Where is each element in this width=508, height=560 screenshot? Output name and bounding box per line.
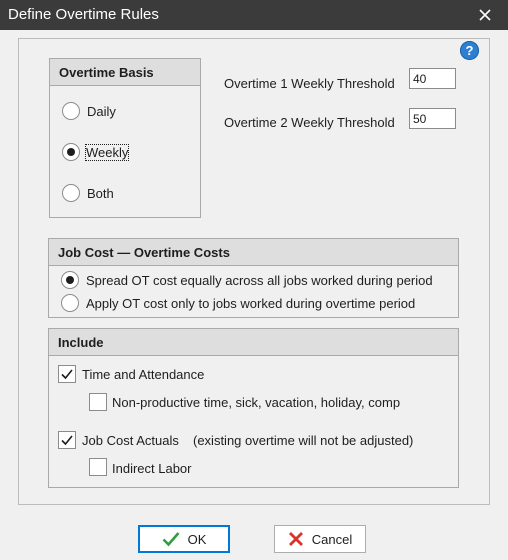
cancel-button[interactable]: Cancel — [274, 525, 366, 553]
radio-both[interactable] — [62, 184, 80, 202]
checkbox-job-cost-actuals[interactable] — [58, 431, 76, 449]
window-title: Define Overtime Rules — [8, 6, 159, 23]
ot2-threshold-input[interactable] — [409, 108, 456, 129]
ot2-threshold-label: Overtime 2 Weekly Threshold — [224, 115, 395, 130]
help-icon[interactable]: ? — [460, 41, 479, 60]
title-bar: Define Overtime Rules — [0, 0, 508, 30]
cancel-x-icon — [288, 532, 303, 546]
ot1-threshold-input[interactable] — [409, 68, 456, 89]
ot1-threshold-label: Overtime 1 Weekly Threshold — [224, 76, 395, 91]
job-cost-actuals-label[interactable]: Job Cost Actuals — [82, 433, 179, 448]
radio-apply-ot-label[interactable]: Apply OT cost only to jobs worked during… — [86, 296, 415, 311]
ok-button[interactable]: OK — [138, 525, 230, 553]
job-cost-heading: Job Cost — Overtime Costs — [49, 239, 458, 266]
checkbox-non-productive[interactable] — [89, 393, 107, 411]
overtime-basis-heading: Overtime Basis — [50, 59, 200, 86]
checkmark-icon — [61, 435, 73, 446]
close-button[interactable] — [462, 0, 508, 30]
radio-apply-ot[interactable] — [61, 294, 79, 312]
indirect-labor-label[interactable]: Indirect Labor — [112, 461, 192, 476]
close-icon — [479, 9, 491, 21]
job-cost-actuals-note: (existing overtime will not be adjusted) — [193, 433, 414, 448]
radio-weekly-label[interactable]: Weekly — [84, 144, 130, 161]
non-productive-label[interactable]: Non-productive time, sick, vacation, hol… — [112, 395, 400, 410]
radio-spread-ot[interactable] — [61, 271, 79, 289]
checkbox-indirect-labor[interactable] — [89, 458, 107, 476]
ok-button-label: OK — [187, 531, 207, 547]
time-attendance-label[interactable]: Time and Attendance — [82, 367, 204, 382]
cancel-button-label: Cancel — [311, 531, 353, 547]
checkmark-icon — [61, 369, 73, 380]
checkmark-icon — [162, 532, 180, 547]
radio-daily[interactable] — [62, 102, 80, 120]
checkbox-time-attendance[interactable] — [58, 365, 76, 383]
radio-daily-label[interactable]: Daily — [87, 104, 116, 119]
radio-weekly[interactable] — [62, 143, 80, 161]
include-heading: Include — [49, 329, 458, 356]
radio-both-label[interactable]: Both — [87, 186, 114, 201]
radio-spread-ot-label[interactable]: Spread OT cost equally across all jobs w… — [86, 273, 433, 288]
